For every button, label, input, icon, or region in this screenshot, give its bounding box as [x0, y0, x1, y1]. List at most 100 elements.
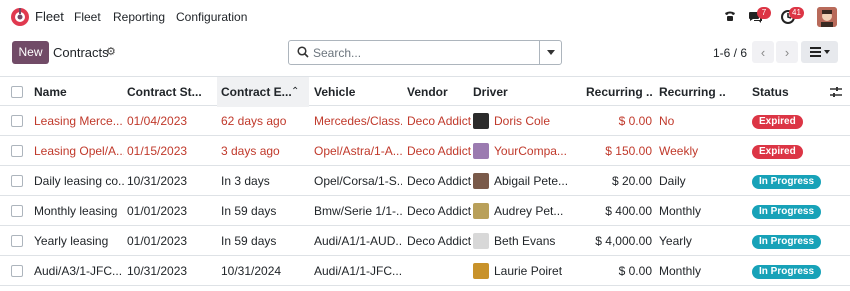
cell-recurring-frequency: Yearly: [659, 234, 692, 248]
view-switcher-button[interactable]: [801, 41, 838, 63]
menu-configuration[interactable]: Configuration: [176, 10, 247, 24]
cell-recurring-frequency: Weekly: [659, 144, 699, 158]
cell-vendor: [407, 256, 471, 286]
cell-name: Audi/A3/1-JFC...: [34, 264, 123, 278]
driver-avatar: [473, 173, 489, 189]
new-button[interactable]: New: [12, 41, 49, 64]
chevron-left-icon: ‹: [760, 44, 766, 60]
search-options-toggle[interactable]: [539, 41, 561, 64]
cell-vehicle: Audi/A1/1-JFC...: [314, 264, 402, 278]
table-row[interactable]: Monthly leasing 01/01/2023 In 59 days Bmw/S…: [0, 196, 850, 226]
list-view-icon: [809, 47, 830, 57]
cell-vehicle: Opel/Corsa/1-S...: [314, 174, 402, 188]
cell-status: In Progress: [752, 166, 842, 196]
cell-name: Monthly leasing: [34, 204, 118, 218]
row-checkbox[interactable]: [11, 175, 23, 187]
table-row[interactable]: Daily leasing co... 10/31/2023 In 3 days Op…: [0, 166, 850, 196]
driver-avatar: [473, 203, 489, 219]
fleet-app-icon[interactable]: [10, 7, 30, 27]
cell-status: In Progress: [752, 226, 842, 256]
messages-count-badge: 7: [757, 7, 771, 19]
cell-name: Daily leasing co...: [34, 174, 124, 188]
chevron-down-icon: [546, 50, 555, 55]
app-name[interactable]: Fleet: [35, 9, 64, 24]
column-header-status[interactable]: Status: [752, 77, 812, 107]
cell-start: 10/31/2023: [127, 174, 188, 188]
row-checkbox[interactable]: [11, 115, 23, 127]
cell-recurring-cost: $ 20.00: [611, 174, 652, 188]
cell-end: 10/31/2024: [221, 264, 282, 278]
cell-vehicle: Mercedes/Class...: [314, 114, 402, 128]
cell-start: 01/01/2023: [127, 234, 188, 248]
cell-status: Expired: [752, 106, 842, 136]
cell-recurring-frequency: Monthly: [659, 204, 702, 218]
sort-ascending-icon: ⌃: [291, 86, 300, 97]
cell-status: In Progress: [752, 196, 842, 226]
column-header-recurring-frequency[interactable]: Recurring ...: [659, 77, 725, 107]
driver-avatar: [473, 233, 489, 249]
cell-recurring-frequency: Daily: [659, 174, 686, 188]
cell-start: 10/31/2023: [127, 264, 188, 278]
user-avatar[interactable]: [817, 7, 837, 27]
table-row[interactable]: Leasing Opel/A... 01/15/2023 3 days ago Ope…: [0, 136, 850, 166]
table-row[interactable]: Leasing Merce... 01/04/2023 62 days ago Mer…: [0, 106, 850, 136]
column-header-vendor[interactable]: Vendor: [407, 77, 467, 107]
phone-icon[interactable]: [722, 8, 738, 26]
row-checkbox[interactable]: [11, 205, 23, 217]
status-badge: In Progress: [752, 264, 822, 279]
cell-name: Leasing Opel/A...: [34, 144, 124, 158]
cell-vendor: Deco Addict: [407, 234, 471, 248]
gear-icon[interactable]: ⚙: [106, 45, 116, 58]
menu-reporting[interactable]: Reporting: [113, 10, 165, 24]
cell-end: In 59 days: [221, 234, 277, 248]
row-checkbox[interactable]: [11, 235, 23, 247]
table-row[interactable]: Audi/A3/1-JFC... 10/31/2023 10/31/2024 Audi…: [0, 256, 850, 286]
pager-next-button[interactable]: ›: [776, 41, 798, 63]
activities-count-badge: 41: [789, 7, 804, 19]
page-title[interactable]: Contracts: [53, 45, 109, 60]
cell-status: In Progress: [752, 256, 842, 286]
cell-vendor: Deco Addict: [407, 204, 471, 218]
cell-recurring-cost: $ 4,000.00: [595, 234, 652, 248]
cell-recurring-cost: $ 400.00: [605, 204, 652, 218]
cell-vehicle: Opel/Astra/1-A...: [314, 144, 402, 158]
column-header-driver[interactable]: Driver: [473, 77, 573, 107]
driver-avatar: [473, 143, 489, 159]
column-header-vehicle[interactable]: Vehicle: [314, 77, 402, 107]
cell-vehicle: Audi/A1/1-AUD...: [314, 234, 402, 248]
cell-recurring-cost: $ 0.00: [618, 114, 652, 128]
cell-end: 62 days ago: [221, 114, 287, 128]
cell-start: 01/15/2023: [127, 144, 188, 158]
pager-value[interactable]: 1-6 / 6: [713, 46, 747, 60]
column-header-contract-start[interactable]: Contract St...: [127, 77, 215, 107]
cell-start: 01/01/2023: [127, 204, 188, 218]
column-header-recurring-cost[interactable]: Recurring ...: [586, 77, 652, 107]
status-badge: In Progress: [752, 234, 822, 249]
select-all-checkbox[interactable]: [11, 86, 23, 98]
status-badge: Expired: [752, 144, 803, 159]
cell-vendor: Deco Addict: [407, 114, 471, 128]
cell-name: Leasing Merce...: [34, 114, 123, 128]
cell-recurring-frequency: Monthly: [659, 264, 702, 278]
row-checkbox[interactable]: [11, 265, 23, 277]
column-header-name[interactable]: Name: [34, 77, 122, 107]
search-icon: [297, 46, 309, 58]
cell-start: 01/04/2023: [127, 114, 188, 128]
row-checkbox[interactable]: [11, 145, 23, 157]
cell-recurring-frequency: No: [659, 114, 675, 128]
cell-end: In 59 days: [221, 204, 277, 218]
menu-fleet[interactable]: Fleet: [74, 10, 101, 24]
optional-columns-icon[interactable]: [830, 86, 842, 98]
cell-name: Yearly leasing: [34, 234, 109, 248]
cell-vendor: Deco Addict: [407, 144, 471, 158]
pager-previous-button[interactable]: ‹: [752, 41, 774, 63]
search-bar: [288, 40, 562, 65]
cell-end: 3 days ago: [221, 144, 280, 158]
cell-vendor: Deco Addict: [407, 174, 471, 188]
table-row[interactable]: Yearly leasing 01/01/2023 In 59 days Audi/A…: [0, 226, 850, 256]
status-badge: Expired: [752, 114, 803, 129]
driver-avatar: [473, 263, 489, 279]
status-badge: In Progress: [752, 174, 822, 189]
cell-status: Expired: [752, 136, 842, 166]
search-input[interactable]: [313, 44, 533, 61]
